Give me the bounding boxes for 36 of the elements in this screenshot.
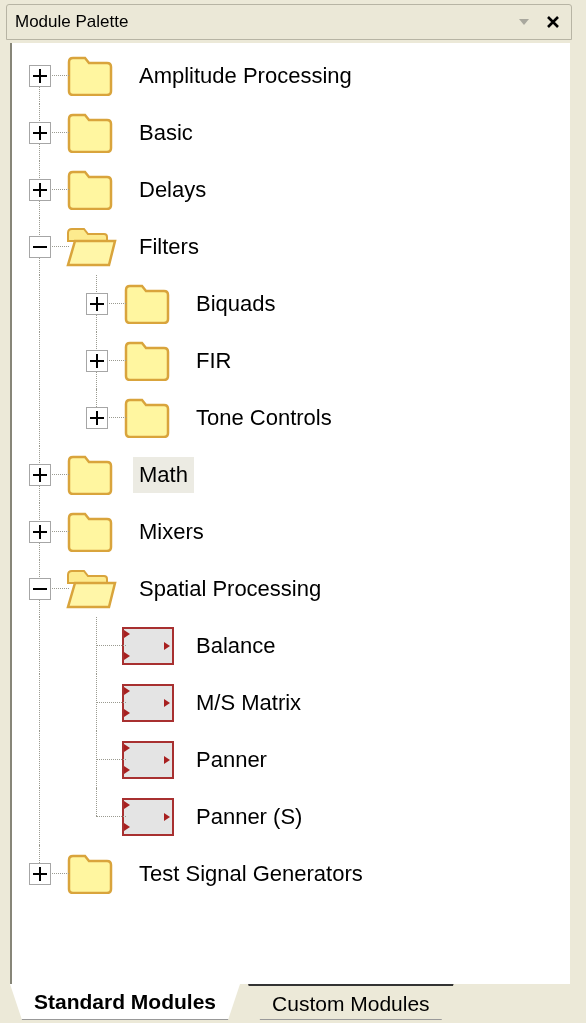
- tree-item[interactable]: Amplitude Processing: [133, 57, 358, 94]
- module-block-icon: [122, 796, 174, 837]
- tree-item[interactable]: Filters: [133, 228, 205, 265]
- tab[interactable]: Standard Modules: [10, 984, 241, 1020]
- tree-item[interactable]: Panner: [190, 741, 273, 778]
- tree-item[interactable]: Mixers: [133, 513, 210, 550]
- expand-icon[interactable]: [29, 464, 51, 486]
- open-folder-icon: [65, 226, 117, 267]
- tree-item[interactable]: Biquads: [190, 285, 282, 322]
- close-icon[interactable]: [547, 16, 559, 28]
- open-folder-icon: [65, 568, 117, 609]
- panel-title: Module Palette: [15, 12, 130, 32]
- module-block-icon: [122, 625, 174, 666]
- expand-icon[interactable]: [29, 863, 51, 885]
- collapse-icon[interactable]: [29, 236, 51, 258]
- tree-item[interactable]: Balance: [190, 627, 282, 664]
- tree-item[interactable]: FIR: [190, 342, 238, 379]
- tree-item[interactable]: Test Signal Generators: [133, 855, 369, 892]
- module-block-icon: [122, 682, 174, 723]
- tree-item[interactable]: Basic: [133, 114, 199, 151]
- expand-icon[interactable]: [86, 293, 108, 315]
- tree-item[interactable]: Delays: [133, 171, 213, 208]
- expand-icon[interactable]: [86, 407, 108, 429]
- expand-icon[interactable]: [29, 122, 51, 144]
- expand-icon[interactable]: [29, 521, 51, 543]
- expand-icon[interactable]: [29, 179, 51, 201]
- tree-item[interactable]: Math: [133, 456, 194, 493]
- expand-icon[interactable]: [86, 350, 108, 372]
- tab[interactable]: Custom Modules: [248, 984, 454, 1020]
- module-block-icon: [122, 739, 174, 780]
- tree-item[interactable]: Panner (S): [190, 798, 309, 835]
- tree-item[interactable]: Tone Controls: [190, 399, 338, 436]
- collapse-icon[interactable]: [29, 578, 51, 600]
- expand-icon[interactable]: [29, 65, 51, 87]
- tree-item[interactable]: Spatial Processing: [133, 570, 328, 607]
- tree-item[interactable]: M/S Matrix: [190, 684, 308, 721]
